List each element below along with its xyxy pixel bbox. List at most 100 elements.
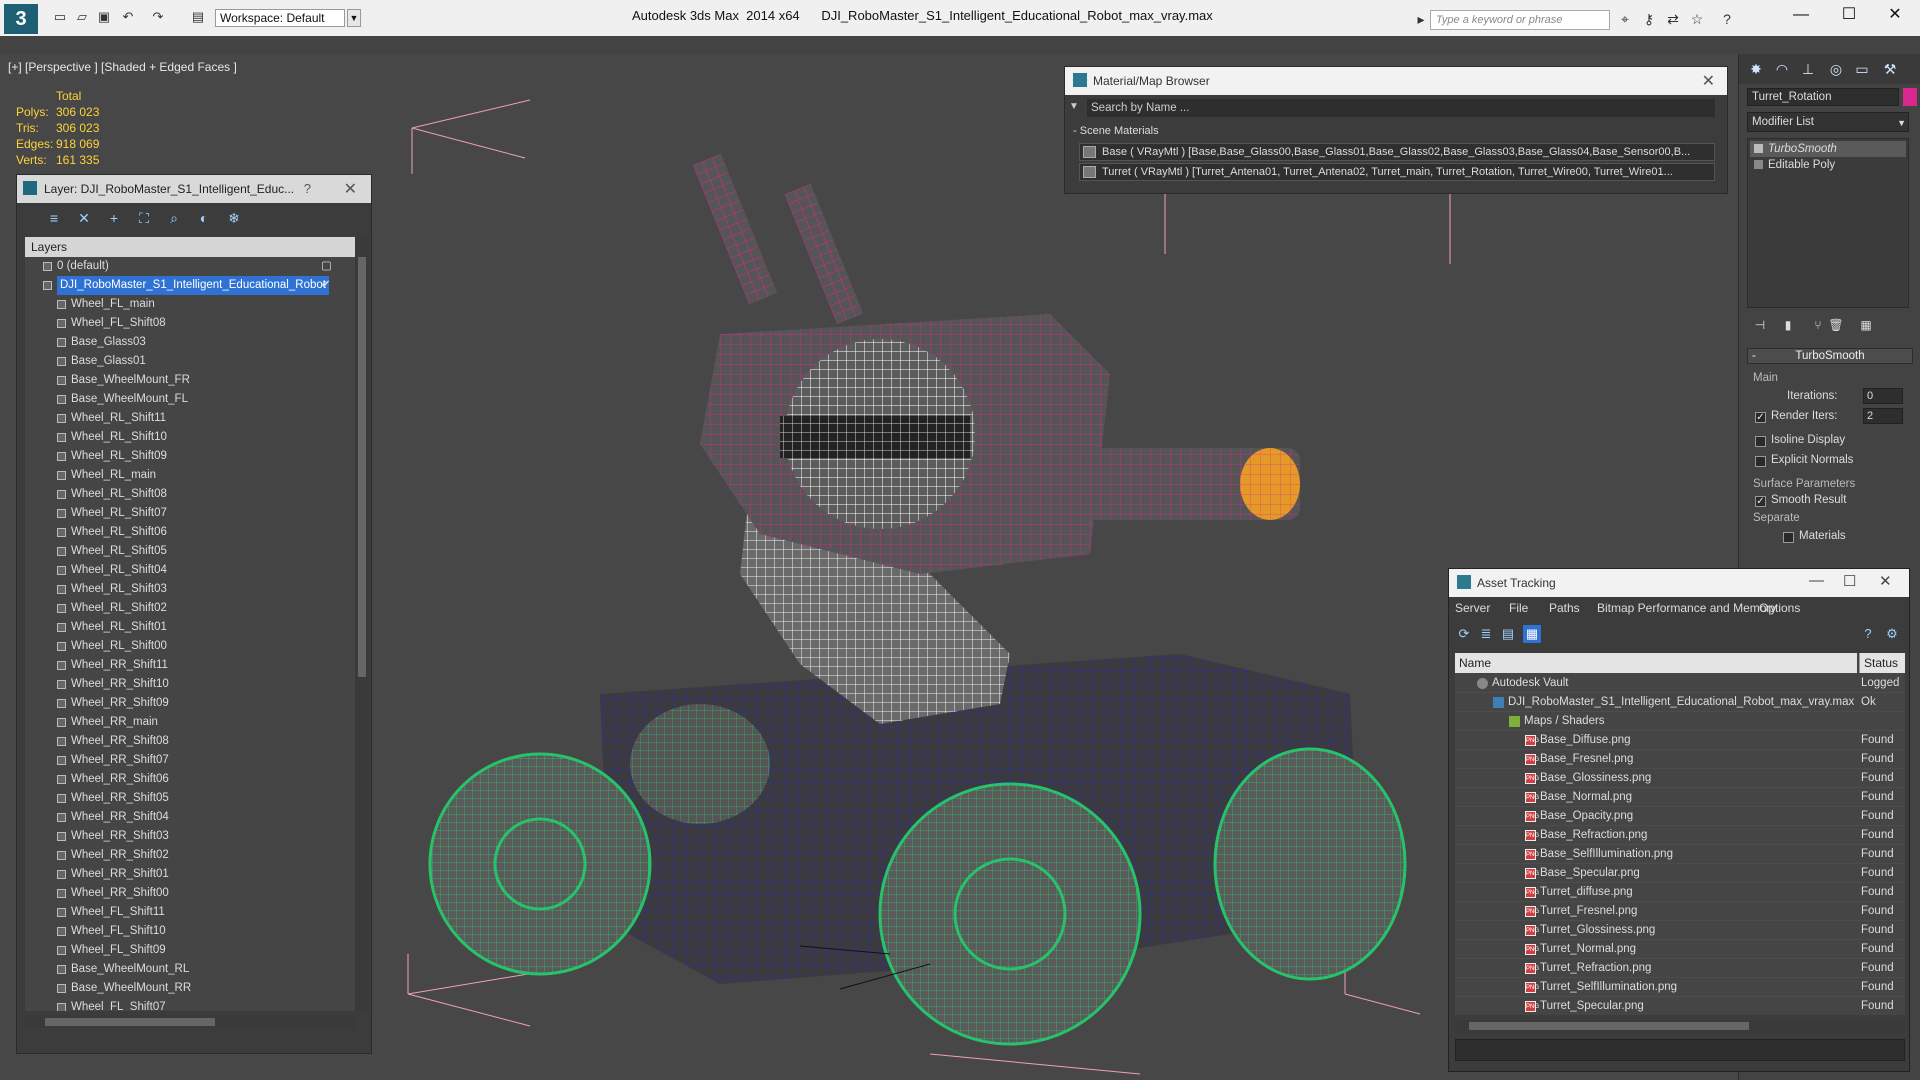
app-logo-icon[interactable]: 3: [4, 4, 38, 34]
layer-object-item[interactable]: Wheel_RL_Shift00: [25, 637, 345, 656]
turbosmooth-rollout[interactable]: - TurboSmooth: [1747, 348, 1913, 364]
asset-row[interactable]: PNG Turret_diffuse.png Found: [1455, 883, 1905, 902]
close-icon[interactable]: ✕: [1702, 71, 1715, 91]
layer-object-item[interactable]: Wheel_RL_Shift08: [25, 485, 345, 504]
filter-icon[interactable]: ▼: [1069, 101, 1079, 112]
search-input[interactable]: Type a keyword or phrase: [1430, 10, 1610, 30]
hide-all-icon[interactable]: ◐: [195, 209, 213, 227]
refresh-icon[interactable]: ⟳: [1455, 625, 1473, 643]
layer-item[interactable]: 0 (default) ▢: [25, 257, 345, 276]
material-row[interactable]: Base ( VRayMtl ) [Base,Base_Glass00,Base…: [1079, 143, 1715, 161]
project-folder-icon[interactable]: ▤: [190, 9, 206, 25]
layer-object-item[interactable]: Base_Glass01: [25, 352, 345, 371]
show-end-result-icon[interactable]: ▮: [1779, 316, 1797, 334]
minimize-icon[interactable]: —: [1809, 572, 1824, 589]
delete-layer-icon[interactable]: ✕: [75, 209, 93, 227]
layer-object-item[interactable]: Wheel_FL_Shift09: [25, 941, 345, 960]
modifier-list-dropdown[interactable]: Modifier List ▼: [1747, 112, 1909, 132]
layer-box-icon[interactable]: ▢: [321, 257, 332, 276]
layer-object-item[interactable]: Wheel_RR_Shift01: [25, 865, 345, 884]
new-file-icon[interactable]: ▭: [52, 9, 68, 25]
layer-object-item[interactable]: Base_WheelMount_RL: [25, 960, 345, 979]
scroll-thumb[interactable]: [358, 257, 366, 677]
asset-row[interactable]: Maps / Shaders: [1455, 712, 1905, 731]
settings-icon[interactable]: ⚙: [1883, 625, 1901, 643]
asset-tracking-header[interactable]: Asset Tracking — ☐ ✕: [1449, 569, 1909, 597]
maximize-icon[interactable]: ☐: [1843, 572, 1856, 590]
layer-object-item[interactable]: Wheel_RL_Shift02: [25, 599, 345, 618]
make-unique-icon[interactable]: ⑂: [1809, 316, 1827, 334]
asset-row[interactable]: DJI_RoboMaster_S1_Intelligent_Educationa…: [1455, 693, 1905, 712]
layer-object-item[interactable]: Wheel_FL_Shift10: [25, 922, 345, 941]
layer-object-item[interactable]: Base_WheelMount_FR: [25, 371, 345, 390]
help-icon[interactable]: ?: [304, 181, 311, 196]
asset-row[interactable]: PNG Turret_Glossiness.png Found: [1455, 921, 1905, 940]
freeze-all-icon[interactable]: ❄: [225, 209, 243, 227]
close-button[interactable]: ✕: [1872, 0, 1918, 30]
redo-icon[interactable]: ↷: [150, 9, 166, 25]
save-icon[interactable]: ▣: [96, 9, 112, 25]
asset-row[interactable]: PNG Turret_Fresnel.png Found: [1455, 902, 1905, 921]
layer-object-item[interactable]: Wheel_RR_Shift04: [25, 808, 345, 827]
list-view-icon[interactable]: ≣: [1477, 625, 1495, 643]
layer-object-item[interactable]: Base_Glass03: [25, 333, 345, 352]
layer-object-item[interactable]: Wheel_RL_Shift09: [25, 447, 345, 466]
stack-item-turbosmooth[interactable]: TurboSmooth: [1750, 141, 1906, 157]
remove-modifier-icon[interactable]: 🗑: [1827, 316, 1845, 334]
asset-row[interactable]: PNG Base_Fresnel.png Found: [1455, 750, 1905, 769]
scroll-thumb[interactable]: [45, 1018, 215, 1026]
asset-menu-bitmap-performance-and-memory[interactable]: Bitmap Performance and Memory: [1597, 601, 1776, 615]
layer-object-item[interactable]: Wheel_RR_Shift00: [25, 884, 345, 903]
material-search-input[interactable]: Search by Name ...: [1087, 99, 1715, 117]
star-icon[interactable]: ☆: [1688, 10, 1706, 28]
help-icon[interactable]: ?: [1718, 10, 1736, 28]
layer-object-item[interactable]: Wheel_RL_Shift11: [25, 409, 345, 428]
asset-row[interactable]: PNG Base_Glossiness.png Found: [1455, 769, 1905, 788]
material-row[interactable]: Turret ( VRayMtl ) [Turret_Antena01, Tur…: [1079, 163, 1715, 181]
viewport-label[interactable]: [+] [Perspective ] [Shaded + Edged Faces…: [8, 60, 237, 74]
open-file-icon[interactable]: ▱: [74, 9, 90, 25]
layer-object-item[interactable]: Wheel_FL_Shift11: [25, 903, 345, 922]
light-bulb-icon[interactable]: [1754, 144, 1763, 153]
asset-row[interactable]: PNG Base_SelfIllumination.png Found: [1455, 845, 1905, 864]
close-icon[interactable]: ✕: [344, 179, 357, 199]
render-iters-spinner[interactable]: 2: [1863, 408, 1903, 424]
layer-horizontal-scrollbar[interactable]: [25, 1015, 355, 1029]
layer-object-item[interactable]: Wheel_RL_Shift05: [25, 542, 345, 561]
layer-object-item[interactable]: Wheel_RR_Shift07: [25, 751, 345, 770]
utilities-tab-icon[interactable]: ⚒: [1879, 58, 1901, 80]
motion-tab-icon[interactable]: ◎: [1825, 58, 1847, 80]
configure-sets-icon[interactable]: ▦: [1857, 316, 1875, 334]
asset-menu-paths[interactable]: Paths: [1549, 601, 1580, 615]
stack-item-editable-poly[interactable]: Editable Poly: [1750, 157, 1906, 173]
help-icon[interactable]: ?: [1859, 625, 1877, 643]
layer-item[interactable]: DJI_RoboMaster_S1_Intelligent_Educationa…: [25, 276, 345, 295]
minimize-button[interactable]: —: [1778, 0, 1824, 30]
exchange-icon[interactable]: ⇄: [1664, 10, 1682, 28]
material-browser-header[interactable]: Material/Map Browser ✕: [1065, 67, 1727, 95]
pin-stack-icon[interactable]: ⊣: [1751, 316, 1769, 334]
asset-row[interactable]: PNG Turret_Specular.png Found: [1455, 997, 1905, 1015]
isoline-checkbox[interactable]: [1755, 436, 1766, 447]
asset-row[interactable]: PNG Turret_Refraction.png Found: [1455, 959, 1905, 978]
layer-object-item[interactable]: Base_WheelMount_RR: [25, 979, 345, 998]
binoculars-icon[interactable]: ⌖: [1616, 10, 1634, 28]
layer-object-item[interactable]: Wheel_RR_Shift03: [25, 827, 345, 846]
asset-menu-server[interactable]: Server: [1455, 601, 1490, 615]
asset-row[interactable]: PNG Base_Normal.png Found: [1455, 788, 1905, 807]
expand-arrow-icon[interactable]: ▸: [1412, 10, 1430, 28]
scroll-thumb[interactable]: [1469, 1022, 1749, 1030]
layer-object-item[interactable]: Wheel_RL_Shift04: [25, 561, 345, 580]
key-icon[interactable]: ⚷: [1640, 10, 1658, 28]
layer-object-item[interactable]: Wheel_RL_Shift06: [25, 523, 345, 542]
layer-object-item[interactable]: Wheel_RR_Shift08: [25, 732, 345, 751]
asset-row[interactable]: PNG Base_Specular.png Found: [1455, 864, 1905, 883]
active-layer-check-icon[interactable]: ✔: [321, 276, 331, 295]
layer-object-item[interactable]: Wheel_RL_Shift03: [25, 580, 345, 599]
hierarchy-tab-icon[interactable]: ⊥: [1797, 58, 1819, 80]
layer-panel-header[interactable]: Layer: DJI_RoboMaster_S1_Intelligent_Edu…: [17, 175, 371, 203]
name-column-header[interactable]: Name: [1455, 653, 1857, 673]
layer-object-item[interactable]: Wheel_RR_Shift02: [25, 846, 345, 865]
asset-row[interactable]: PNG Base_Opacity.png Found: [1455, 807, 1905, 826]
asset-row[interactable]: PNG Base_Diffuse.png Found: [1455, 731, 1905, 750]
